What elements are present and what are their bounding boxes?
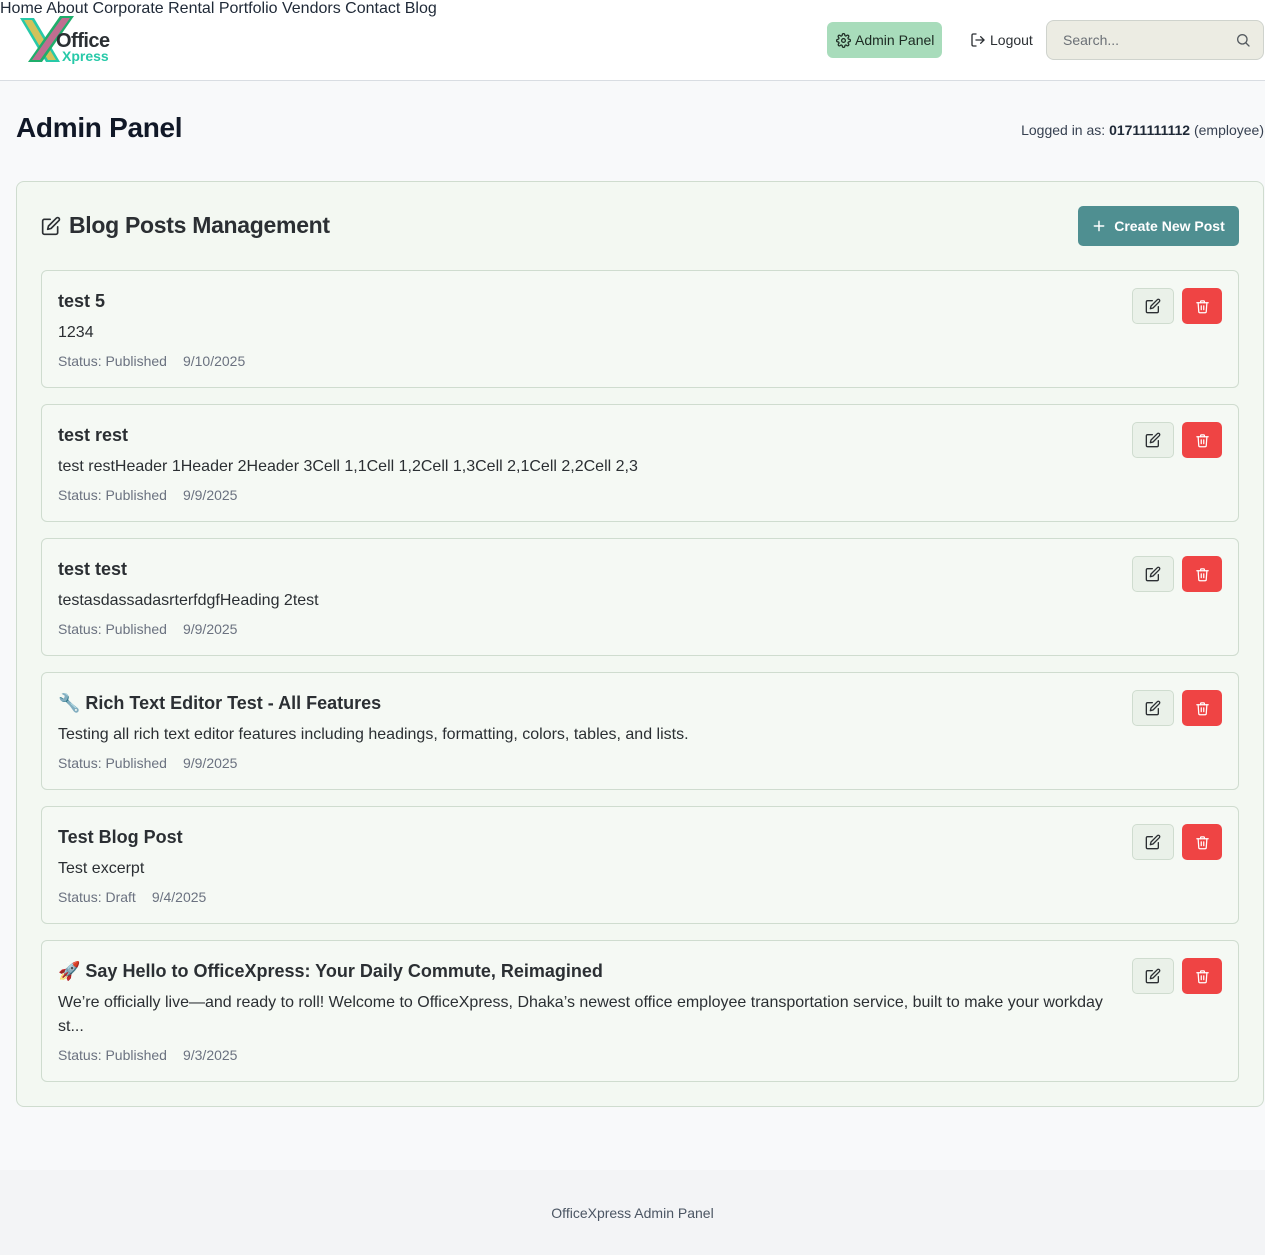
edit-icon bbox=[1145, 700, 1161, 716]
post-excerpt: testasdassadasrterfdgfHeading 2test bbox=[58, 592, 319, 609]
post-date: 9/3/2025 bbox=[182, 1047, 238, 1063]
edit-icon bbox=[1145, 834, 1161, 850]
logout-icon bbox=[971, 33, 985, 47]
logged-in-info: Logged in as: 01711111112 (employee) bbox=[1021, 122, 1264, 138]
post-meta: Status: Published 9/10/2025 bbox=[58, 353, 245, 369]
post-status: Status: Published bbox=[58, 755, 167, 771]
delete-post-button[interactable] bbox=[1182, 556, 1222, 592]
logged-in-user: 01711111112 bbox=[1109, 122, 1191, 138]
edit-post-button[interactable] bbox=[1132, 958, 1174, 994]
brand-logo[interactable]: Office Xpress bbox=[16, 14, 116, 66]
blog-management-card: Blog Posts Management Create New Post te… bbox=[16, 181, 1264, 1107]
post-meta: Status: Published 9/9/2025 bbox=[58, 755, 237, 771]
logged-in-prefix: Logged in as: bbox=[1021, 122, 1106, 138]
trash-icon bbox=[1195, 299, 1209, 313]
post-date: 9/9/2025 bbox=[182, 621, 238, 637]
edit-post-button[interactable] bbox=[1132, 288, 1174, 324]
post-excerpt: Testing all rich text editor features in… bbox=[58, 726, 689, 743]
trash-icon bbox=[1195, 433, 1209, 447]
post-title: test rest bbox=[58, 425, 129, 445]
post-status: Status: Published bbox=[58, 487, 167, 503]
delete-post-button[interactable] bbox=[1182, 690, 1222, 726]
blog-post-item: test rest test restHeader 1Header 2Heade… bbox=[41, 404, 1239, 522]
page-footer: OfficeXpress Admin Panel bbox=[0, 1170, 1265, 1255]
top-navbar: Office Xpress Home About Corporate Renta… bbox=[0, 0, 1265, 81]
nav-vendors[interactable]: Vendors bbox=[282, 0, 341, 17]
edit-post-button[interactable] bbox=[1132, 690, 1174, 726]
blog-post-item: 🚀 Say Hello to OfficeXpress: Your Daily … bbox=[41, 940, 1239, 1082]
post-excerpt: 1234 bbox=[58, 324, 94, 341]
post-meta: Status: Published 9/3/2025 bbox=[58, 1047, 237, 1063]
edit-icon bbox=[1145, 432, 1161, 448]
post-title: Test Blog Post bbox=[58, 827, 183, 847]
nav-contact[interactable]: Contact bbox=[345, 0, 400, 17]
page-title: Admin Panel bbox=[16, 112, 183, 143]
post-status: Status: Published bbox=[58, 353, 167, 369]
section-title: Blog Posts Management bbox=[41, 212, 330, 239]
footer-text: OfficeXpress Admin Panel bbox=[551, 1205, 714, 1221]
blog-post-item: Test Blog Post Test excerpt Status: Draf… bbox=[41, 806, 1239, 924]
post-date: 9/9/2025 bbox=[182, 487, 238, 503]
delete-post-button[interactable] bbox=[1182, 958, 1222, 994]
post-excerpt: We’re officially live—and ready to roll!… bbox=[58, 994, 1103, 1035]
search-icon[interactable] bbox=[1235, 32, 1251, 48]
nav-blog[interactable]: Blog bbox=[405, 0, 437, 17]
delete-post-button[interactable] bbox=[1182, 422, 1222, 458]
post-title: 🔧 Rich Text Editor Test - All Features bbox=[58, 693, 382, 713]
logged-in-role: (employee) bbox=[1193, 122, 1264, 138]
post-meta: Status: Draft 9/4/2025 bbox=[58, 889, 206, 905]
post-status: Status: Draft bbox=[58, 889, 136, 905]
create-new-post-label: Create New Post bbox=[1114, 218, 1225, 234]
nav-rental[interactable]: Rental bbox=[168, 0, 214, 17]
trash-icon bbox=[1195, 969, 1209, 983]
trash-icon bbox=[1195, 835, 1209, 849]
edit-post-button[interactable] bbox=[1132, 824, 1174, 860]
section-title-text: Blog Posts Management bbox=[69, 212, 330, 238]
blog-post-item: test test testasdassadasrterfdgfHeading … bbox=[41, 538, 1239, 656]
brand-line2: Xpress bbox=[62, 48, 109, 64]
nav-admin-panel-button[interactable]: Admin Panel bbox=[827, 22, 942, 58]
search-box bbox=[1046, 20, 1264, 60]
post-excerpt: Test excerpt bbox=[58, 860, 145, 877]
search-input[interactable] bbox=[1047, 21, 1227, 59]
gear-icon bbox=[836, 32, 851, 48]
logout-label: Logout bbox=[990, 32, 1033, 48]
post-excerpt: test restHeader 1Header 2Header 3Cell 1,… bbox=[58, 458, 638, 475]
delete-post-button[interactable] bbox=[1182, 824, 1222, 860]
blog-post-item: 🔧 Rich Text Editor Test - All Features T… bbox=[41, 672, 1239, 790]
post-meta: Status: Published 9/9/2025 bbox=[58, 621, 237, 637]
blog-post-item: test 5 1234 Status: Published 9/10/2025 bbox=[41, 270, 1239, 388]
post-meta: Status: Published 9/9/2025 bbox=[58, 487, 237, 503]
delete-post-button[interactable] bbox=[1182, 288, 1222, 324]
post-date: 9/9/2025 bbox=[182, 755, 238, 771]
plus-icon bbox=[1093, 220, 1105, 232]
trash-icon bbox=[1195, 567, 1209, 581]
post-title: test test bbox=[58, 559, 128, 579]
admin-panel-label: Admin Panel bbox=[855, 32, 935, 48]
post-title: test 5 bbox=[58, 291, 106, 311]
create-new-post-button[interactable]: Create New Post bbox=[1078, 206, 1239, 246]
nav-portfolio[interactable]: Portfolio bbox=[219, 0, 278, 17]
edit-icon bbox=[41, 216, 61, 235]
edit-post-button[interactable] bbox=[1132, 422, 1174, 458]
edit-icon bbox=[1145, 298, 1161, 314]
post-status: Status: Published bbox=[58, 1047, 167, 1063]
post-date: 9/4/2025 bbox=[151, 889, 207, 905]
trash-icon bbox=[1195, 701, 1209, 715]
post-status: Status: Published bbox=[58, 621, 167, 637]
post-title: 🚀 Say Hello to OfficeXpress: Your Daily … bbox=[58, 961, 603, 981]
post-date: 9/10/2025 bbox=[182, 353, 246, 369]
logout-button[interactable]: Logout bbox=[970, 22, 1033, 58]
edit-icon bbox=[1145, 968, 1161, 984]
edit-post-button[interactable] bbox=[1132, 556, 1174, 592]
edit-icon bbox=[1145, 566, 1161, 582]
